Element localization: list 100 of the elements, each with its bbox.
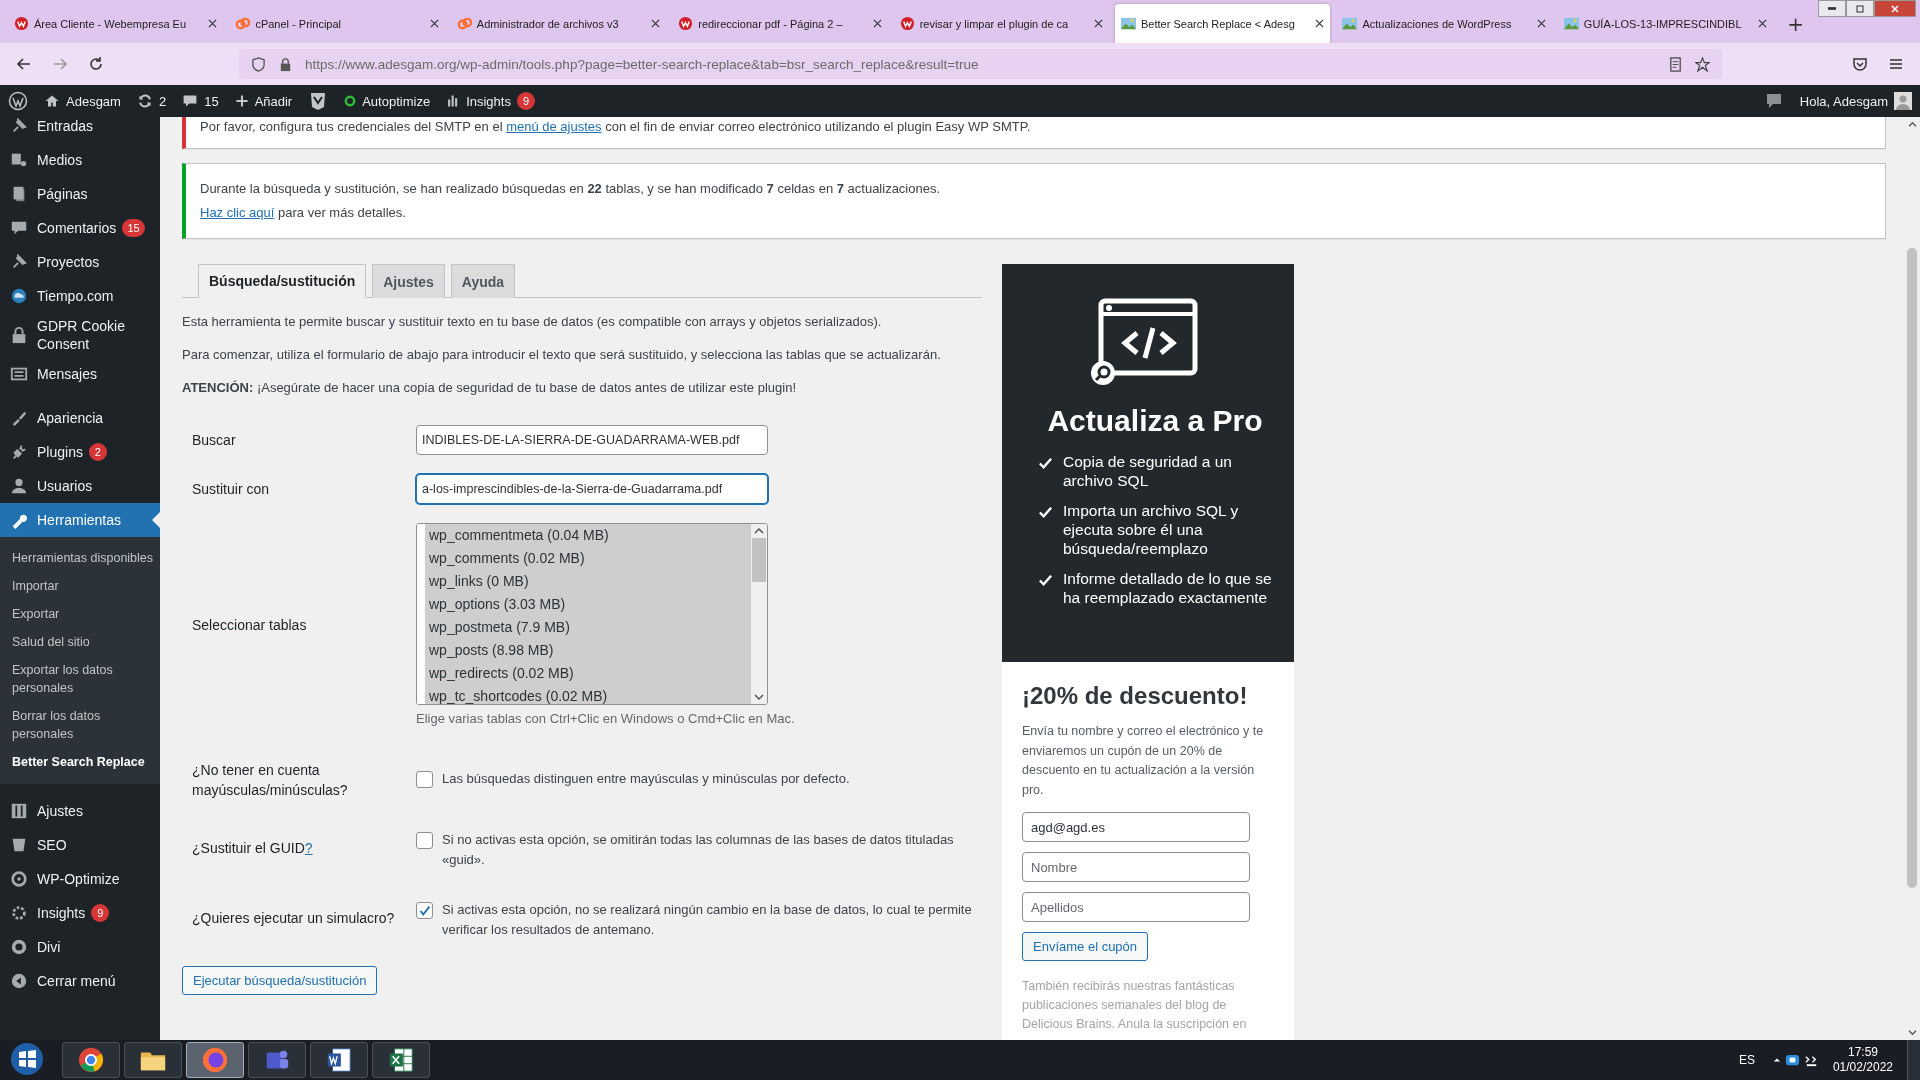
taskbar-button[interactable] — [372, 1042, 430, 1078]
scrollbar[interactable] — [1904, 117, 1920, 1040]
sidebar-item[interactable]: Mensajes — [0, 357, 160, 391]
scroll-thumb[interactable] — [1907, 248, 1917, 888]
sidebar-item[interactable]: Plugins 2 — [0, 435, 160, 469]
updates-link[interactable]: 2 — [136, 93, 167, 109]
clock[interactable]: 17:59 01/02/2022 — [1832, 1045, 1893, 1075]
submenu-item[interactable]: Herramientas disponibles — [0, 544, 160, 572]
sidebar-item[interactable]: Medios — [0, 143, 160, 177]
text-field[interactable]: Nombre — [1022, 852, 1250, 882]
replace-field[interactable]: a-los-imprescindibles-de-la-Sierra-de-Guadarrama.pdf — [416, 474, 768, 504]
browser-tab[interactable]: Better Search Replace < Adesg — [1115, 4, 1331, 43]
sidebar-item[interactable]: Entradas — [0, 117, 160, 143]
menu-icon[interactable] — [1888, 56, 1904, 72]
close-icon[interactable] — [1315, 19, 1325, 28]
sidebar-item[interactable]: Páginas — [0, 177, 160, 211]
table-option[interactable]: wp_tc_shortcodes (0.02 MB) — [425, 685, 751, 704]
site-link[interactable]: Adesgam — [44, 93, 121, 109]
scrollbar[interactable] — [751, 524, 767, 704]
submenu-item[interactable]: Salud del sitio — [0, 628, 160, 656]
caret-icon[interactable] — [1772, 1056, 1781, 1064]
submenu-item[interactable]: Better Search Replace — [0, 748, 160, 776]
sidebar-item[interactable]: Apariencia — [0, 401, 160, 435]
search-field[interactable]: INDIBLES-DE-LA-SIERRA-DE-GUADARRAMA-WEB.pdf — [416, 425, 768, 455]
language-indicator[interactable]: ES — [1738, 1053, 1755, 1067]
padlock-icon[interactable] — [278, 56, 293, 72]
submenu-item[interactable]: Exportar — [0, 600, 160, 628]
close-icon[interactable] — [208, 19, 218, 28]
browser-tab[interactable]: Administrador de archivos v3 — [450, 4, 667, 43]
tab[interactable]: Ajustes — [372, 264, 445, 298]
reader-view-icon[interactable] — [1668, 56, 1683, 72]
submenu-item[interactable]: Importar — [0, 572, 160, 600]
table-option[interactable]: wp_postmeta (7.9 MB) — [425, 616, 751, 639]
account-link[interactable]: Hola, Adesgam — [1799, 93, 1888, 109]
sidebar-item[interactable]: Usuarios — [0, 469, 160, 503]
taskbar-button[interactable] — [310, 1042, 368, 1078]
help-link[interactable]: ? — [304, 840, 313, 856]
insights-link[interactable]: Insights — [446, 93, 511, 109]
count-badge: 2 — [88, 443, 107, 461]
sidebar-item[interactable]: Comentarios 15 — [0, 211, 160, 245]
minimize-button[interactable] — [1818, 0, 1846, 17]
details-link[interactable]: Haz clic aquí — [200, 205, 275, 220]
table-list[interactable]: wp_commentmeta (0.04 MB) wp_comments (0.02 MB) wp_links (0 MB) wp_options (3.03 MB) wp_postmeta (7.9 MB) wp_posts (8.98 MB) wp_redirects (0.02 MB) wp_tc_shortcodes (0.02 MB) — [416, 523, 768, 705]
run-button[interactable]: Ejecutar búsqueda/sustitución — [182, 966, 378, 995]
sidebar-item[interactable]: Ajustes — [0, 794, 160, 828]
close-icon[interactable] — [651, 19, 661, 28]
submenu-item[interactable]: Borrar los datos personales — [0, 702, 160, 748]
sidebar-item[interactable]: GDPR Cookie Consent — [0, 313, 160, 357]
coupon-button[interactable]: Envíame el cupón — [1022, 932, 1149, 961]
add-new-link[interactable]: Añadir — [234, 93, 293, 109]
browser-tab[interactable]: redireccionar pdf - Página 2 – — [672, 4, 888, 43]
browser-tab[interactable]: GUÍA-LOS-13-IMPRESCINDIBL — [1557, 4, 1774, 43]
star-icon[interactable] — [1695, 56, 1710, 72]
browser-tab[interactable]: cPanel - Principal — [229, 4, 445, 43]
sidebar-item[interactable]: WP-Optimize — [0, 862, 160, 896]
close-icon[interactable] — [1758, 19, 1768, 28]
browser-tab[interactable]: Área Cliente - Webempresa Eu — [8, 4, 224, 43]
taskbar-button[interactable] — [124, 1042, 182, 1078]
sidebar-item[interactable]: SEO — [0, 828, 160, 862]
sidebar-item[interactable]: Divi — [0, 930, 160, 964]
scroll-thumb[interactable] — [752, 538, 766, 582]
sidebar-item[interactable]: Proyectos — [0, 245, 160, 279]
tab-title: revisar y limpar el plugin de ca — [919, 17, 1069, 30]
table-option[interactable]: wp_options (3.03 MB) — [425, 593, 751, 616]
reload-icon[interactable] — [88, 56, 104, 72]
browser-tab[interactable]: Actualizaciones de WordPress — [1336, 4, 1552, 43]
checkbox[interactable] — [416, 902, 433, 919]
table-option[interactable]: wp_commentmeta (0.04 MB) — [425, 524, 751, 547]
text-field[interactable]: agd@agd.es — [1022, 812, 1250, 842]
table-option[interactable]: wp_posts (8.98 MB) — [425, 639, 751, 662]
submenu-item[interactable]: Exportar los datos personales — [0, 656, 160, 702]
close-button[interactable] — [1874, 0, 1916, 17]
table-option[interactable]: wp_comments (0.02 MB) — [425, 547, 751, 570]
close-icon[interactable] — [1536, 19, 1546, 28]
tab-title: Actualizaciones de WordPress — [1362, 17, 1512, 30]
sidebar-item[interactable]: Tiempo.com — [0, 279, 160, 313]
table-option[interactable]: wp_redirects (0.02 MB) — [425, 662, 751, 685]
tab[interactable]: Búsqueda/sustitución — [198, 264, 367, 298]
close-icon[interactable] — [429, 19, 439, 28]
new-tab-button[interactable]: + — [1779, 11, 1812, 36]
browser-tab[interactable]: revisar y limpar el plugin de ca — [893, 4, 1110, 43]
text-field[interactable]: Apellidos — [1022, 892, 1250, 922]
sidebar-item[interactable]: Insights 9 — [0, 896, 160, 930]
taskbar-button[interactable] — [62, 1042, 120, 1078]
pocket-icon[interactable] — [1852, 56, 1868, 72]
close-icon[interactable] — [1094, 19, 1104, 28]
sidebar-item[interactable]: Herramientas — [0, 503, 160, 537]
autoptimize-link[interactable]: Autoptimize — [344, 93, 431, 109]
comments-link[interactable]: 15 — [182, 93, 219, 109]
tab[interactable]: Ayuda — [450, 264, 516, 298]
sidebar-item[interactable]: Cerrar menú — [0, 964, 160, 998]
close-icon[interactable] — [872, 19, 882, 28]
checkbox[interactable] — [416, 771, 433, 788]
chat-icon[interactable] — [1784, 1052, 1800, 1068]
address-bar[interactable]: https://www.adesgam.org/wp-admin/tools.php?page=better-search-replace&tab=bsr_search_replace&result=true — [239, 49, 1722, 79]
checkbox[interactable] — [416, 832, 433, 849]
settings-link[interactable]: menú de ajustes — [506, 119, 602, 134]
wordpress-logo-icon[interactable] — [8, 91, 28, 111]
back-arrow-icon[interactable] — [16, 56, 32, 72]
table-option[interactable]: wp_links (0 MB) — [425, 570, 751, 593]
